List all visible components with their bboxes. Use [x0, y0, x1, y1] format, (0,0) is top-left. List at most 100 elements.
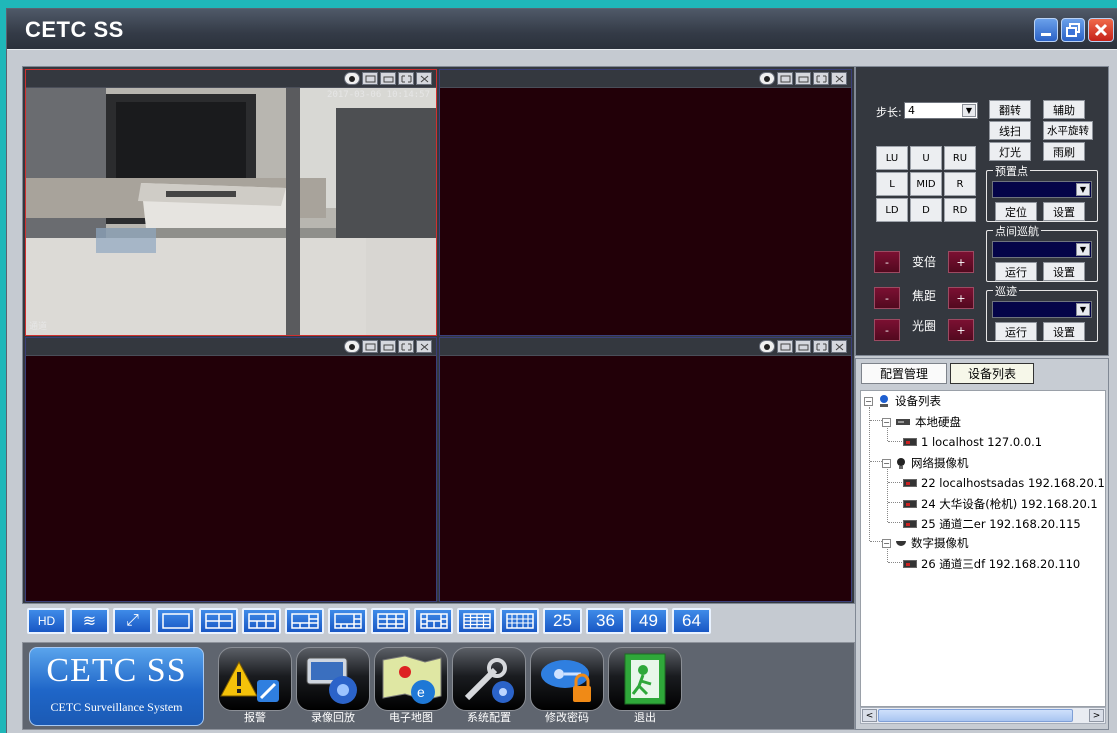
- horizontal-rotate-button[interactable]: 水平旋转: [1043, 121, 1093, 140]
- iris-plus-button[interactable]: +: [948, 319, 974, 341]
- tree-item[interactable]: 25 通道二er 192.168.20.115: [903, 516, 1081, 532]
- light-button[interactable]: 灯光: [989, 142, 1031, 161]
- collapse-icon[interactable]: −: [864, 396, 873, 406]
- iris-minus-button[interactable]: -: [874, 319, 900, 341]
- eye-icon[interactable]: [759, 72, 775, 85]
- record-icon[interactable]: [380, 72, 396, 85]
- restore-button[interactable]: [1061, 18, 1085, 42]
- close-button[interactable]: [1088, 18, 1114, 42]
- tree-group-digital-camera[interactable]: − 数字摄像机: [882, 535, 969, 551]
- wiper-button[interactable]: 雨刷: [1043, 142, 1085, 161]
- snapshot-icon[interactable]: [362, 340, 378, 353]
- layout-64-button[interactable]: 64: [672, 608, 711, 634]
- preset-select[interactable]: ▼: [992, 181, 1092, 198]
- minimize-button[interactable]: [1034, 18, 1058, 42]
- fullscreen-icon[interactable]: [813, 72, 829, 85]
- ptz-ld-button[interactable]: LD: [876, 198, 908, 222]
- record-icon[interactable]: [380, 340, 396, 353]
- eye-icon[interactable]: [344, 340, 360, 353]
- layout-36-button[interactable]: 36: [586, 608, 625, 634]
- focus-plus-button[interactable]: +: [948, 287, 974, 309]
- flip-button[interactable]: 翻转: [989, 100, 1031, 119]
- password-button[interactable]: 修改密码: [529, 647, 605, 731]
- video-cell-3[interactable]: [25, 337, 437, 602]
- chevron-down-icon[interactable]: ▼: [1076, 243, 1090, 256]
- ptz-mid-button[interactable]: MID: [910, 172, 942, 196]
- layout-20-button[interactable]: [500, 608, 539, 634]
- emap-button[interactable]: e 电子地图: [373, 647, 449, 731]
- layout-16-button[interactable]: [457, 608, 496, 634]
- tree-group-network-camera[interactable]: − 网络摄像机: [882, 455, 969, 471]
- cruise-set-button[interactable]: 设置: [1043, 262, 1085, 281]
- ptz-d-button[interactable]: D: [910, 198, 942, 222]
- hd-button[interactable]: HD: [27, 608, 66, 634]
- video-cell-2[interactable]: [439, 69, 852, 336]
- snapshot-icon[interactable]: [362, 72, 378, 85]
- line-scan-button[interactable]: 线扫: [989, 121, 1031, 140]
- ptz-u-button[interactable]: U: [910, 146, 942, 170]
- cruise-select[interactable]: ▼: [992, 241, 1092, 258]
- close-cell-icon[interactable]: [831, 340, 847, 353]
- focus-minus-button[interactable]: -: [874, 287, 900, 309]
- eye-icon[interactable]: [344, 72, 360, 85]
- tree-item[interactable]: 22 localhostsadas 192.168.20.12: [903, 476, 1105, 490]
- record-icon[interactable]: [795, 340, 811, 353]
- auto-layout-button[interactable]: ≋: [70, 608, 109, 634]
- layout-25-button[interactable]: 25: [543, 608, 582, 634]
- ptz-l-button[interactable]: L: [876, 172, 908, 196]
- fullscreen-icon[interactable]: [813, 340, 829, 353]
- collapse-icon[interactable]: −: [882, 538, 891, 548]
- zoom-plus-button[interactable]: +: [948, 251, 974, 273]
- video-cell-4[interactable]: [439, 337, 852, 602]
- layout-1-button[interactable]: [156, 608, 195, 634]
- track-run-button[interactable]: 运行: [995, 322, 1037, 341]
- layout-49-button[interactable]: 49: [629, 608, 668, 634]
- record-icon[interactable]: [795, 72, 811, 85]
- fullscreen-icon[interactable]: [398, 72, 414, 85]
- collapse-icon[interactable]: −: [882, 417, 891, 427]
- scroll-right-icon[interactable]: >: [1089, 709, 1104, 722]
- snapshot-icon[interactable]: [777, 340, 793, 353]
- eye-icon[interactable]: [759, 340, 775, 353]
- step-select[interactable]: 4 ▼: [904, 102, 978, 119]
- tab-config-management[interactable]: 配置管理: [861, 363, 947, 384]
- chevron-down-icon[interactable]: ▼: [962, 104, 976, 117]
- ptz-r-button[interactable]: R: [944, 172, 976, 196]
- preset-locate-button[interactable]: 定位: [995, 202, 1037, 221]
- layout-4-button[interactable]: [199, 608, 238, 634]
- ptz-ru-button[interactable]: RU: [944, 146, 976, 170]
- track-select[interactable]: ▼: [992, 301, 1092, 318]
- close-cell-icon[interactable]: [416, 72, 432, 85]
- tree-group-local-disk[interactable]: − 本地硬盘: [882, 414, 961, 430]
- cruise-run-button[interactable]: 运行: [995, 262, 1037, 281]
- tab-device-list[interactable]: 设备列表: [950, 363, 1034, 384]
- playback-button[interactable]: 录像回放: [295, 647, 371, 731]
- chevron-down-icon[interactable]: ▼: [1076, 303, 1090, 316]
- ptz-lu-button[interactable]: LU: [876, 146, 908, 170]
- fullscreen-icon[interactable]: [398, 340, 414, 353]
- fullscreen-button[interactable]: ⤢: [113, 608, 152, 634]
- video-cell-1[interactable]: 2017-03-06 10:14:57 通道: [25, 69, 437, 336]
- tree-root[interactable]: − 设备列表: [864, 393, 941, 409]
- tree-item[interactable]: 26 通道三df 192.168.20.110: [903, 556, 1080, 572]
- chevron-down-icon[interactable]: ▼: [1076, 183, 1090, 196]
- alarm-button[interactable]: 报警: [217, 647, 293, 731]
- layout-8-button[interactable]: [285, 608, 324, 634]
- tree-item[interactable]: 24 大华设备(枪机) 192.168.20.1: [903, 496, 1098, 512]
- scroll-thumb[interactable]: [878, 709, 1073, 722]
- aux-button[interactable]: 辅助: [1043, 100, 1085, 119]
- title-bar[interactable]: CETC SS: [7, 9, 1117, 49]
- layout-9-button[interactable]: [328, 608, 367, 634]
- ptz-rd-button[interactable]: RD: [944, 198, 976, 222]
- snapshot-icon[interactable]: [777, 72, 793, 85]
- collapse-icon[interactable]: −: [882, 458, 891, 468]
- tree-item[interactable]: 1 localhost 127.0.0.1: [903, 435, 1042, 449]
- exit-button[interactable]: 退出: [607, 647, 683, 731]
- layout-13-button[interactable]: [414, 608, 453, 634]
- config-button[interactable]: 系统配置: [451, 647, 527, 731]
- preset-set-button[interactable]: 设置: [1043, 202, 1085, 221]
- close-cell-icon[interactable]: [831, 72, 847, 85]
- layout-12-button[interactable]: [371, 608, 410, 634]
- scroll-left-icon[interactable]: <: [862, 709, 877, 722]
- horizontal-scrollbar[interactable]: < >: [860, 707, 1106, 724]
